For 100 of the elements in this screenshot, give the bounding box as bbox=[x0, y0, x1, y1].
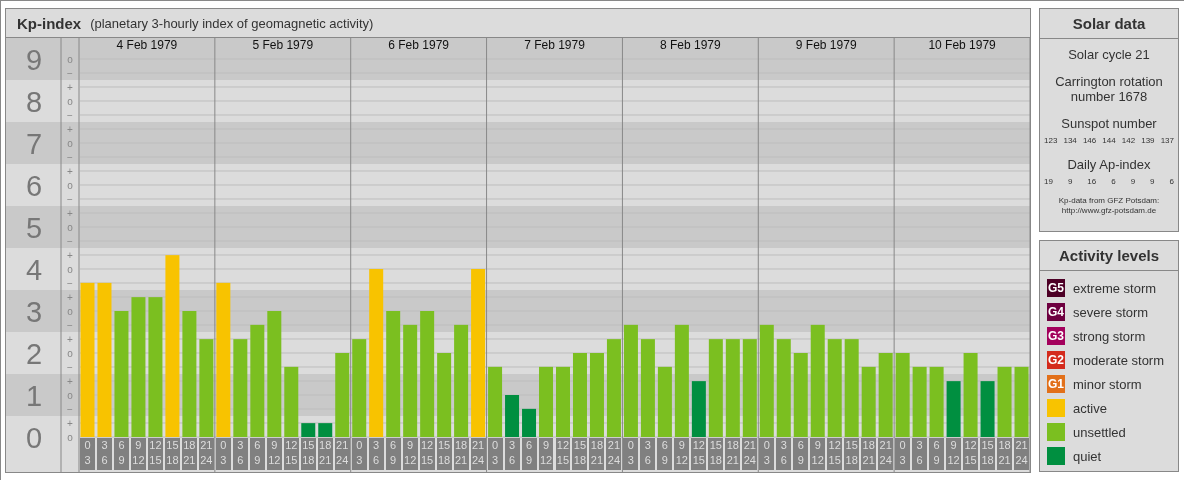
time-slot-label: 18 21 bbox=[861, 438, 877, 470]
level-label: moderate storm bbox=[1073, 352, 1165, 368]
time-slot-label: 21 24 bbox=[198, 438, 214, 470]
ap-label: Daily Ap-index bbox=[1066, 156, 1152, 174]
kp-bar bbox=[1014, 366, 1029, 437]
y-axis-label: 7 bbox=[25, 128, 43, 160]
sunspot-value: 134 bbox=[1063, 136, 1077, 145]
time-slot-label: 3 6 bbox=[776, 438, 792, 470]
minor-tick-label: + bbox=[67, 123, 73, 135]
level-label: unsettled bbox=[1073, 424, 1126, 440]
time-slot-label: 9 12 bbox=[674, 438, 690, 470]
minor-tick-label: + bbox=[67, 375, 73, 387]
time-slot-label: 12 15 bbox=[419, 438, 435, 470]
time-slot-label: 3 6 bbox=[232, 438, 248, 470]
minor-tick-label: o bbox=[67, 347, 73, 359]
time-slot-label: 18 21 bbox=[453, 438, 469, 470]
kp-bar bbox=[522, 408, 537, 437]
minor-tick-label: + bbox=[67, 249, 73, 261]
sunspot-value: 144 bbox=[1102, 136, 1116, 145]
time-slot-label: 0 3 bbox=[351, 438, 367, 470]
panel-subtitle: (planetary 3-hourly index of geomagnetic activity) bbox=[90, 15, 374, 31]
level-badge: G2 bbox=[1047, 351, 1065, 369]
sunspot-label: Sunspot number bbox=[1060, 115, 1158, 133]
level-label: active bbox=[1073, 400, 1107, 416]
kp-bar bbox=[997, 366, 1012, 437]
time-slot-label: 6 9 bbox=[657, 438, 673, 470]
minor-tick-label: + bbox=[67, 417, 73, 429]
time-slot-label: 15 18 bbox=[572, 438, 588, 470]
time-slot-label: 18 21 bbox=[725, 438, 741, 470]
level-label: extreme storm bbox=[1073, 280, 1157, 296]
ap-value: 19 bbox=[1044, 177, 1053, 186]
time-slot-label: 21 24 bbox=[742, 438, 758, 470]
carrington-text: Carrington rotation number 1678 bbox=[1054, 73, 1164, 106]
y-axis-label: 1 bbox=[25, 380, 43, 412]
time-slot-label: 3 6 bbox=[368, 438, 384, 470]
y-axis-label: 8 bbox=[25, 86, 43, 118]
kp-bar bbox=[488, 366, 503, 437]
y-axis-label: 9 bbox=[25, 44, 43, 76]
kp-bar bbox=[318, 423, 333, 437]
time-slot-label: 12 15 bbox=[827, 438, 843, 470]
time-slot-label: 12 15 bbox=[283, 438, 299, 470]
ap-value: 9 bbox=[1130, 177, 1136, 186]
level-label: strong storm bbox=[1073, 328, 1146, 344]
time-slot-label: 0 3 bbox=[80, 438, 95, 470]
minor-tick-label: o bbox=[67, 179, 73, 191]
time-slot-label: 12 15 bbox=[691, 438, 707, 470]
solar-cycle-text: Solar cycle 21 bbox=[1067, 46, 1151, 64]
time-slot-label: 6 9 bbox=[385, 438, 401, 470]
y-axis-label: 4 bbox=[25, 254, 43, 286]
time-slot-label: 21 24 bbox=[470, 438, 486, 470]
time-slot-label: 6 9 bbox=[793, 438, 809, 470]
kp-bar bbox=[657, 366, 672, 437]
kp-bar bbox=[912, 366, 927, 437]
time-slot-label: 0 3 bbox=[895, 438, 911, 470]
ap-value: 9 bbox=[1150, 177, 1155, 186]
date-label: 7 Feb 1979 bbox=[524, 38, 585, 52]
time-slot-label: 0 3 bbox=[623, 438, 639, 470]
time-slot-label: 15 18 bbox=[436, 438, 452, 470]
ap-value: 16 bbox=[1087, 177, 1097, 186]
level-badge: G5 bbox=[1047, 279, 1065, 297]
time-slot-label: 21 24 bbox=[1014, 438, 1029, 470]
minor-tick-label: + bbox=[67, 81, 73, 93]
date-label: 10 Feb 1979 bbox=[928, 38, 996, 52]
minor-tick-label: + bbox=[67, 291, 73, 303]
minor-tick-label: − bbox=[67, 403, 73, 415]
time-slot-label: 9 12 bbox=[130, 438, 146, 470]
date-label: 6 Feb 1979 bbox=[388, 38, 449, 52]
minor-tick-label: − bbox=[67, 235, 73, 247]
ap-value: 9 bbox=[1067, 177, 1073, 186]
time-slot-label: 9 12 bbox=[538, 438, 554, 470]
time-slot-label: 3 6 bbox=[96, 438, 112, 470]
kp-bar bbox=[929, 366, 944, 437]
ap-value: 6 bbox=[1169, 177, 1174, 186]
time-slot-label: 9 12 bbox=[266, 438, 282, 470]
time-slot-label: 6 9 bbox=[929, 438, 945, 470]
source-text: Kp-data from GFZ Potsdam: bbox=[1058, 196, 1160, 206]
time-slot-label: 15 18 bbox=[708, 438, 724, 470]
time-slot-label: 15 18 bbox=[980, 438, 995, 470]
minor-tick-label: − bbox=[67, 277, 73, 289]
date-label: 9 Feb 1979 bbox=[795, 38, 857, 52]
time-slot-label: 3 6 bbox=[912, 438, 928, 470]
minor-tick-label: o bbox=[67, 95, 73, 107]
date-label: 5 Feb 1979 bbox=[252, 38, 314, 52]
level-badge: G1 bbox=[1047, 375, 1065, 393]
minor-tick-label: + bbox=[67, 165, 73, 177]
time-slot-label: 21 24 bbox=[334, 438, 350, 470]
date-label: 4 Feb 1979 bbox=[116, 38, 178, 52]
y-axis-label: 6 bbox=[25, 170, 43, 202]
time-slot-label: 15 18 bbox=[164, 438, 180, 470]
y-axis-label: 2 bbox=[25, 338, 43, 370]
time-slot-label: 0 3 bbox=[759, 438, 775, 470]
minor-tick-label: − bbox=[67, 319, 73, 331]
time-slot-label: 6 9 bbox=[521, 438, 537, 470]
kp-bar bbox=[284, 366, 299, 437]
level-label: severe storm bbox=[1073, 304, 1149, 320]
time-slot-label: 3 6 bbox=[640, 438, 656, 470]
kp-bar bbox=[861, 366, 876, 437]
kp-bar bbox=[539, 366, 553, 437]
time-slot-label: 21 24 bbox=[878, 438, 894, 470]
y-axis-label: 5 bbox=[25, 212, 43, 244]
